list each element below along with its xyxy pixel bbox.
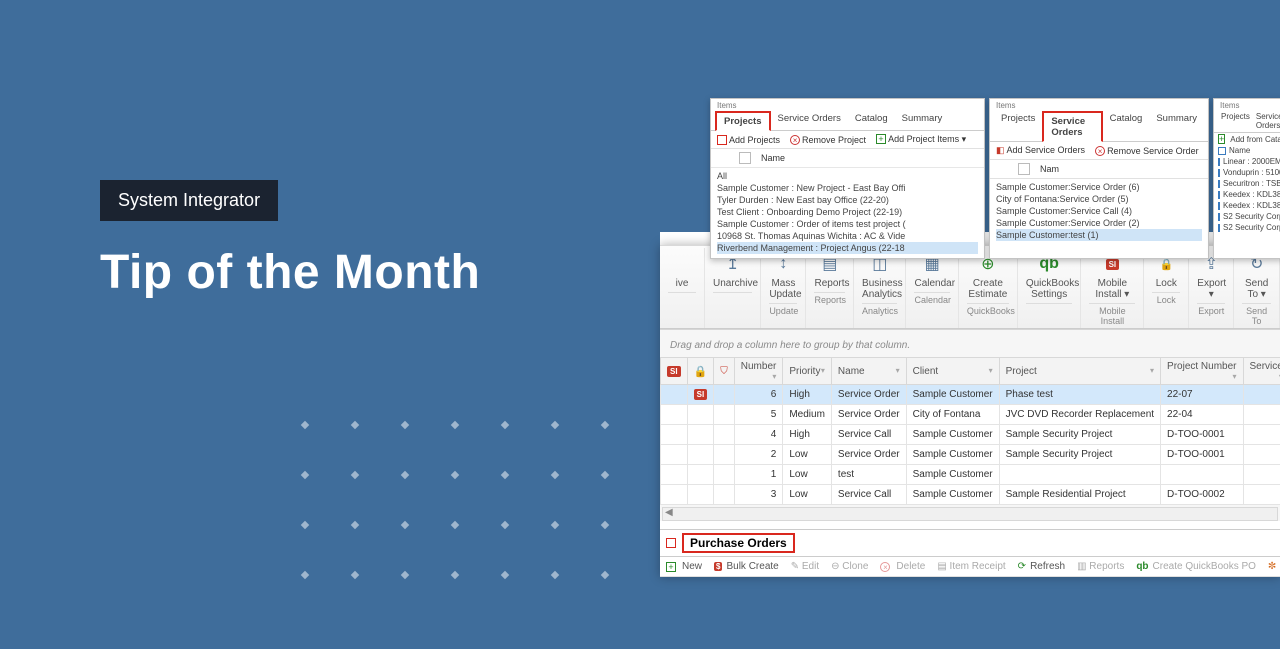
- column-name[interactable]: Name ▾: [831, 358, 906, 385]
- table-row[interactable]: SI6HighService OrderSample CustomerPhase…: [661, 385, 1280, 405]
- project-list-item[interactable]: Sample Customer : New Project - East Bay…: [717, 182, 978, 194]
- column-icon0[interactable]: SI: [661, 358, 688, 385]
- po-edit-button[interactable]: ✎ Edit: [791, 561, 819, 572]
- po-toolbar: + New $ Bulk Create ✎ Edit ⊖ Clone × Delete ▤…: [660, 557, 1280, 577]
- service-list-item[interactable]: City of Fontana:Service Order (5): [996, 193, 1202, 205]
- project-list-item[interactable]: All: [717, 170, 978, 182]
- po-create-quickbooks-po-button[interactable]: qb Create QuickBooks PO: [1136, 561, 1256, 572]
- tab-projects[interactable]: Projects: [994, 110, 1042, 141]
- ribbon-mobile[interactable]: SIMobileInstall ▾Mobile Install: [1081, 248, 1144, 328]
- decorative-dots: [280, 400, 630, 600]
- catalog-list-item[interactable]: S2 Security Corporation: [1214, 222, 1280, 233]
- po-clone-button[interactable]: ⊖ Clone: [831, 561, 868, 572]
- hero-badge: System Integrator: [100, 180, 278, 221]
- app-window: ive ↥Unarchive ↕MassUpdateUpdate▤Reports…: [660, 245, 1280, 577]
- panes-label-c: Items: [1214, 99, 1280, 110]
- column-project[interactable]: Project ▾: [999, 358, 1160, 385]
- horizontal-scrollbar[interactable]: [662, 507, 1278, 521]
- po-new-button[interactable]: + New: [666, 561, 702, 572]
- project-list-item[interactable]: 10968 St. Thomas Aquinas Wichita : AC & …: [717, 230, 978, 242]
- project-list-item[interactable]: Riverbend Management : Project Angus (22…: [717, 242, 978, 254]
- service-grid: SI🔒⛉Number ▾Priority ▾Name ▾Client ▾Proj…: [660, 357, 1280, 505]
- tab-catalog[interactable]: Catalog: [848, 110, 895, 130]
- remove-project-button[interactable]: ×Remove Project: [790, 135, 866, 145]
- add-projects-button[interactable]: +Add Projects: [717, 135, 780, 145]
- ribbon-quickbooks[interactable]: qbQuickBooksSettings: [1018, 248, 1082, 328]
- po-vend-button[interactable]: ✼ Vend: [1268, 561, 1280, 572]
- project-list-item[interactable]: Tyler Durden : New East bay Office (22-2…: [717, 194, 978, 206]
- column-number[interactable]: Number ▾: [734, 358, 783, 385]
- ribbon-create[interactable]: ⊕CreateEstimateQuickBooks: [959, 248, 1018, 328]
- tab-summary[interactable]: Summary: [1149, 110, 1204, 141]
- table-row[interactable]: 2LowService OrderSample CustomerSample S…: [661, 445, 1280, 465]
- catalog-list-item[interactable]: Vonduprin : 5100-689: [1214, 167, 1280, 178]
- ribbon-calendar[interactable]: ▦CalendarCalendar: [906, 248, 958, 328]
- column-project-number[interactable]: Project Number ▾: [1161, 358, 1243, 385]
- ribbon-business[interactable]: ◫BusinessAnalyticsAnalytics: [854, 248, 906, 328]
- paneC-toolbar[interactable]: +Add from Catalog ▾: [1214, 133, 1280, 145]
- service-list-item[interactable]: Sample Customer:Service Order (2): [996, 217, 1202, 229]
- tab-catalog[interactable]: Catalog: [1103, 110, 1150, 141]
- paneB-name-column: Nam: [1040, 164, 1059, 174]
- project-list-item[interactable]: Sample Customer : Order of items test pr…: [717, 218, 978, 230]
- project-list-item[interactable]: Test Client : Onboarding Demo Project (2…: [717, 206, 978, 218]
- tab-service-orders[interactable]: Service Orders: [1042, 111, 1102, 142]
- catalog-list-item[interactable]: S2 Security Corporation: [1214, 211, 1280, 222]
- catalog-list-item[interactable]: Linear : 2000EM: [1214, 156, 1280, 167]
- column-service[interactable]: Service ▾: [1243, 358, 1280, 385]
- panes-label-b: Items: [990, 99, 1208, 110]
- catalog-list-item[interactable]: Keedex : KDL38A: [1214, 189, 1280, 200]
- tab-projects[interactable]: Projects: [715, 111, 771, 131]
- service-list-item[interactable]: Sample Customer:Service Call (4): [996, 205, 1202, 217]
- po-title: Purchase Orders: [682, 533, 795, 553]
- service-list-item[interactable]: Sample Customer:Service Order (6): [996, 181, 1202, 193]
- table-row[interactable]: 5MediumService OrderCity of FontanaJVC D…: [661, 405, 1280, 425]
- po-reports-button[interactable]: ▥ Reports: [1077, 561, 1124, 572]
- add-project-items-button[interactable]: +Add Project Items ▾: [876, 134, 966, 145]
- column-icon2[interactable]: ⛉: [714, 358, 735, 385]
- tab-service-orders[interactable]: Service Orders: [771, 110, 848, 130]
- paneA-name-column: Name: [761, 153, 785, 163]
- tab-summary[interactable]: Summary: [895, 110, 950, 130]
- ribbon-ive[interactable]: ive: [660, 248, 705, 328]
- grid-group-hint: Drag and drop a column here to group by …: [660, 334, 1280, 357]
- ribbon-lock[interactable]: 🔒LockLock: [1144, 248, 1189, 328]
- po-item-receipt-button[interactable]: ▤ Item Receipt: [937, 561, 1005, 572]
- po-bulk-create-button[interactable]: $ Bulk Create: [714, 561, 779, 572]
- table-row[interactable]: 4HighService CallSample CustomerSample S…: [661, 425, 1280, 445]
- panes-label: Items: [711, 99, 984, 110]
- table-row[interactable]: 1LowtestSample Customer: [661, 465, 1280, 485]
- hero-headline: Tip of the Month: [100, 245, 480, 300]
- ribbon-export[interactable]: ⇪Export▾Export: [1189, 248, 1234, 328]
- po-refresh-button[interactable]: ⟳ Refresh: [1018, 561, 1065, 572]
- column-client[interactable]: Client ▾: [906, 358, 999, 385]
- column-priority[interactable]: Priority ▾: [783, 358, 832, 385]
- column-icon1[interactable]: 🔒: [687, 358, 714, 385]
- ribbon-unarchive[interactable]: ↥Unarchive: [705, 248, 761, 328]
- table-row[interactable]: 3LowService CallSample CustomerSample Re…: [661, 485, 1280, 505]
- po-collapse-icon[interactable]: [666, 538, 676, 548]
- ribbon-send[interactable]: ↻SendTo ▾Send To: [1234, 248, 1280, 328]
- ribbon-mass[interactable]: ↕MassUpdateUpdate: [761, 248, 806, 328]
- add-service-orders-button[interactable]: ◧ Add Service Orders: [996, 145, 1085, 156]
- po-delete-button[interactable]: × Delete: [880, 561, 925, 572]
- catalog-list-item[interactable]: Keedex : KDL38BLK: [1214, 200, 1280, 211]
- pane-projects: Items ProjectsService OrdersCatalogSumma…: [710, 98, 985, 259]
- tab-service-orders[interactable]: Service Orders: [1253, 110, 1280, 132]
- pane-catalog: Items ProjectsService Orders +Add from C…: [1213, 98, 1280, 259]
- tab-projects[interactable]: Projects: [1218, 110, 1253, 132]
- ribbon-reports[interactable]: ▤ReportsReports: [806, 248, 854, 328]
- catalog-list-item[interactable]: Securitron : TSB-CL: [1214, 178, 1280, 189]
- pane-service-orders: Items ProjectsService OrdersCatalogSumma…: [989, 98, 1209, 259]
- remove-service-order-button[interactable]: ×Remove Service Order: [1095, 146, 1199, 156]
- service-list-item[interactable]: Sample Customer:test (1): [996, 229, 1202, 241]
